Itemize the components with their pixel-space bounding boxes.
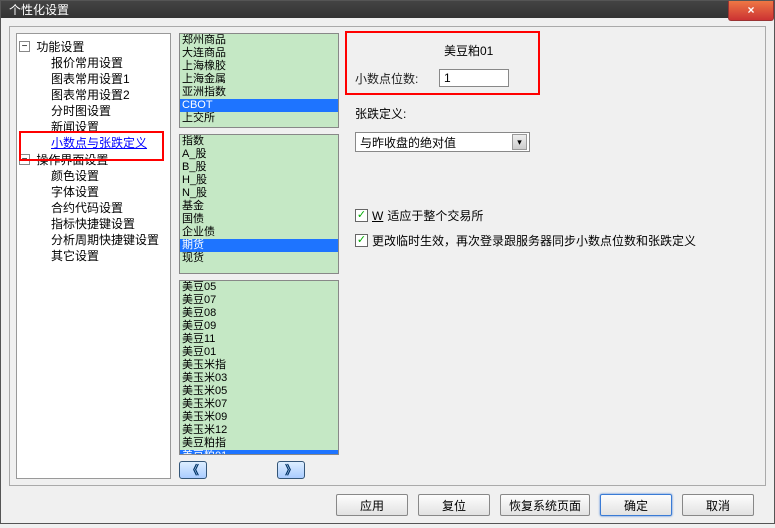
tree-group-label: 操作界面设置	[36, 153, 108, 167]
tree-item[interactable]: 新闻设置	[37, 119, 168, 135]
button-row: 应用 复位 恢复系统页面 确定 取消	[9, 486, 766, 520]
decimal-row: 小数点位数:	[355, 69, 751, 87]
list-item[interactable]: 美豆05	[180, 281, 338, 294]
tree-group-functions[interactable]: − 功能设置	[19, 38, 168, 55]
apply-button[interactable]: 应用	[336, 494, 408, 516]
list-item[interactable]: 美豆11	[180, 333, 338, 346]
titlebar: 个性化设置 ×	[1, 1, 774, 18]
list-item[interactable]: 美豆粕01	[180, 450, 338, 455]
restore-button[interactable]: 恢复系统页面	[500, 494, 590, 516]
tree-item[interactable]: 颜色设置	[37, 168, 168, 184]
decimal-input[interactable]	[439, 69, 509, 87]
list-item[interactable]: CBOT	[180, 99, 338, 112]
collapse-icon[interactable]: −	[19, 41, 30, 52]
contract-listbox[interactable]: 美豆05美豆07美豆08美豆09美豆11美豆01美玉米指美玉米03美玉米05美玉…	[179, 280, 339, 455]
list-item[interactable]: A_股	[180, 148, 338, 161]
content-area: − 功能设置 报价常用设置 图表常用设置1 图表常用设置2 分时图设置 新闻设置…	[1, 18, 774, 528]
list-item[interactable]: 上交所	[180, 112, 338, 125]
cancel-button[interactable]: 取消	[682, 494, 754, 516]
list-item[interactable]: 美豆09	[180, 320, 338, 333]
list-item[interactable]: 大连商品	[180, 47, 338, 60]
list-item[interactable]: 美玉米03	[180, 372, 338, 385]
def-select-row: 与昨收盘的绝对值 ▾	[355, 132, 751, 152]
ok-button[interactable]: 确定	[600, 494, 672, 516]
check-whole-exchange: ✓ W 适应于整个交易所	[355, 207, 751, 224]
checkbox-1[interactable]: ✓	[355, 209, 368, 222]
list-item[interactable]: 美玉米指	[180, 359, 338, 372]
list-item[interactable]: 美玉米07	[180, 398, 338, 411]
list-item[interactable]: 美豆01	[180, 346, 338, 359]
list-item[interactable]: 美豆08	[180, 307, 338, 320]
tree-item[interactable]: 字体设置	[37, 184, 168, 200]
chevron-down-icon: ▾	[512, 134, 527, 150]
check2-label: 更改临时生效，再次登录跟服务器同步小数点位数和张跌定义	[372, 232, 696, 249]
def-select[interactable]: 与昨收盘的绝对值 ▾	[355, 132, 530, 152]
select-value: 与昨收盘的绝对值	[360, 134, 456, 151]
list-item[interactable]: 基金	[180, 200, 338, 213]
check1-prefix: W	[372, 209, 383, 223]
list-item[interactable]: 美玉米05	[180, 385, 338, 398]
list-item[interactable]: 美玉米09	[180, 411, 338, 424]
list-item[interactable]: 指数	[180, 135, 338, 148]
tree-item-selected[interactable]: 小数点与张跌定义	[37, 135, 168, 151]
tree-item[interactable]: 合约代码设置	[37, 200, 168, 216]
tree-item[interactable]: 其它设置	[37, 248, 168, 264]
def-label: 张跌定义:	[355, 105, 406, 122]
tree-item[interactable]: 分时图设置	[37, 103, 168, 119]
list-item[interactable]: 美玉米12	[180, 424, 338, 437]
list-item[interactable]: 期货	[180, 239, 338, 252]
middle-lists: 郑州商品大连商品上海橡胶上海金属亚洲指数CBOT上交所 指数A_股B_股H_股N…	[179, 33, 339, 479]
category-listbox[interactable]: 指数A_股B_股H_股N_股基金国债企业债期货现货	[179, 134, 339, 274]
tree-item[interactable]: 图表常用设置2	[37, 87, 168, 103]
list-item[interactable]: H_股	[180, 174, 338, 187]
form-panel: 美豆粕01 小数点位数: 张跌定义: 与昨收盘的绝对值 ▾ ✓	[347, 33, 759, 479]
list-item[interactable]: 上海橡胶	[180, 60, 338, 73]
contract-name: 美豆粕01	[439, 41, 559, 59]
tree-item[interactable]: 报价常用设置	[37, 55, 168, 71]
check-sync: ✓ 更改临时生效，再次登录跟服务器同步小数点位数和张跌定义	[355, 232, 751, 249]
list-item[interactable]: 国债	[180, 213, 338, 226]
nav-row: 《 》	[179, 461, 339, 479]
window-title: 个性化设置	[9, 1, 69, 18]
settings-tree[interactable]: − 功能设置 报价常用设置 图表常用设置1 图表常用设置2 分时图设置 新闻设置…	[16, 33, 171, 479]
main-area: − 功能设置 报价常用设置 图表常用设置1 图表常用设置2 分时图设置 新闻设置…	[9, 26, 766, 486]
reset-button[interactable]: 复位	[418, 494, 490, 516]
close-button[interactable]: ×	[728, 1, 774, 21]
checkbox-2[interactable]: ✓	[355, 234, 368, 247]
list-item[interactable]: 现货	[180, 252, 338, 265]
list-item[interactable]: 美豆07	[180, 294, 338, 307]
list-item[interactable]: B_股	[180, 161, 338, 174]
name-row: 美豆粕01	[355, 41, 751, 59]
def-label-row: 张跌定义:	[355, 105, 751, 122]
tree-item[interactable]: 指标快捷键设置	[37, 216, 168, 232]
prev-button[interactable]: 《	[179, 461, 207, 479]
tree-group-ui[interactable]: − 操作界面设置	[19, 151, 168, 168]
tree-children-1: 报价常用设置 图表常用设置1 图表常用设置2 分时图设置 新闻设置 小数点与张跌…	[19, 55, 168, 151]
tree-item[interactable]: 图表常用设置1	[37, 71, 168, 87]
list-item[interactable]: 郑州商品	[180, 34, 338, 47]
collapse-icon[interactable]: −	[19, 154, 30, 165]
list-item[interactable]: 上海金属	[180, 73, 338, 86]
list-item[interactable]: 美豆粕指	[180, 437, 338, 450]
list-item[interactable]: N_股	[180, 187, 338, 200]
exchange-listbox[interactable]: 郑州商品大连商品上海橡胶上海金属亚洲指数CBOT上交所	[179, 33, 339, 128]
decimal-label: 小数点位数:	[355, 70, 433, 87]
check1-label: 适应于整个交易所	[387, 207, 483, 224]
next-button[interactable]: 》	[277, 461, 305, 479]
settings-window: 个性化设置 × − 功能设置 报价常用设置 图表常用设置1 图表常用设置2 分时…	[0, 0, 775, 524]
tree-children-2: 颜色设置 字体设置 合约代码设置 指标快捷键设置 分析周期快捷键设置 其它设置	[19, 168, 168, 264]
list-item[interactable]: 亚洲指数	[180, 86, 338, 99]
tree-group-label: 功能设置	[36, 40, 84, 54]
list-item[interactable]: 企业债	[180, 226, 338, 239]
tree-item[interactable]: 分析周期快捷键设置	[37, 232, 168, 248]
